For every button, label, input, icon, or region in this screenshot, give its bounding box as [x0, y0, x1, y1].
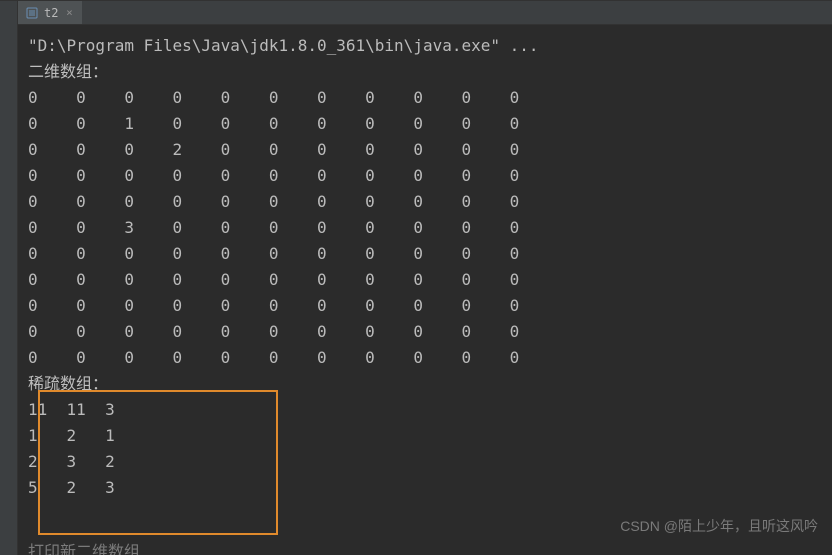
sparse-row: 5 2 3: [28, 475, 822, 501]
matrix-row: 0 0 0 0 0 0 0 0 0 0 0: [28, 241, 822, 267]
sparse-row: 11 11 3: [28, 397, 822, 423]
matrix-row: 0 0 0 0 0 0 0 0 0 0 0: [28, 345, 822, 371]
tab-t2[interactable]: t2 ×: [18, 1, 82, 24]
watermark: CSDN @陌上少年，且听这风吟: [620, 513, 818, 539]
sparse-row: 1 2 1: [28, 423, 822, 449]
array2d-matrix: 0 0 0 0 0 0 0 0 0 0 00 0 1 0 0 0 0 0 0 0…: [28, 85, 822, 371]
close-icon[interactable]: ×: [64, 8, 74, 18]
footer-cut-text: 打印新二维数组: [28, 539, 140, 555]
tab-label: t2: [44, 6, 58, 20]
command-line: "D:\Program Files\Java\jdk1.8.0_361\bin\…: [28, 33, 822, 59]
matrix-row: 0 0 0 0 0 0 0 0 0 0 0: [28, 267, 822, 293]
sparse-row: 2 3 2: [28, 449, 822, 475]
sparse-matrix: 11 11 31 2 12 3 25 2 3: [28, 397, 822, 501]
matrix-row: 0 0 0 0 0 0 0 0 0 0 0: [28, 319, 822, 345]
matrix-row: 0 0 3 0 0 0 0 0 0 0 0: [28, 215, 822, 241]
tab-bar: t2 ×: [18, 1, 832, 25]
array2d-label: 二维数组：: [28, 59, 822, 85]
matrix-row: 0 0 0 0 0 0 0 0 0 0 0: [28, 189, 822, 215]
matrix-row: 0 0 0 0 0 0 0 0 0 0 0: [28, 293, 822, 319]
sparse-label: 稀疏数组：: [28, 371, 822, 397]
matrix-row: 0 0 0 2 0 0 0 0 0 0 0: [28, 137, 822, 163]
left-gutter: [0, 1, 18, 555]
matrix-row: 0 0 0 0 0 0 0 0 0 0 0: [28, 163, 822, 189]
matrix-row: 0 0 0 0 0 0 0 0 0 0 0: [28, 85, 822, 111]
matrix-row: 0 0 1 0 0 0 0 0 0 0 0: [28, 111, 822, 137]
console-output: "D:\Program Files\Java\jdk1.8.0_361\bin\…: [18, 25, 832, 555]
main-area: t2 × "D:\Program Files\Java\jdk1.8.0_361…: [18, 1, 832, 555]
run-config-icon: [26, 7, 38, 19]
